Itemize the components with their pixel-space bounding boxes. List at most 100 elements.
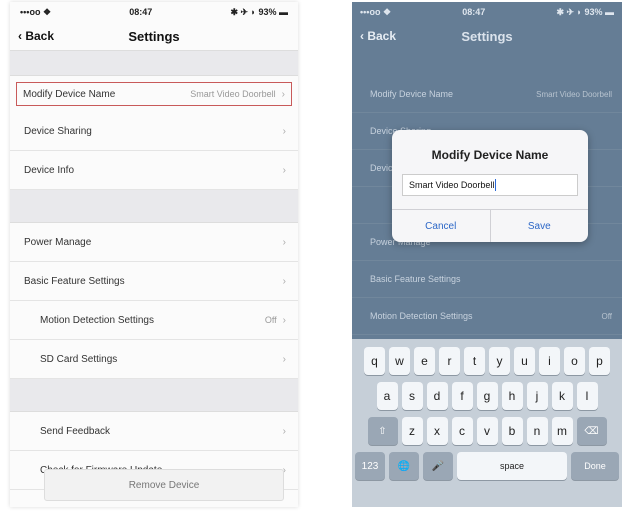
row-label: Device Info — [24, 164, 75, 176]
page-title: Settings — [461, 28, 513, 44]
key-f[interactable]: f — [451, 382, 473, 410]
key-t[interactable]: t — [464, 347, 485, 375]
keyboard-row-3: ⇧ z x c v b n m ⌫ — [352, 417, 622, 445]
row-label: Power Manage — [24, 236, 92, 248]
right-phone-screen: •••oo ❖ 08:47 ✱ ✈ ◗ 93% ▬ ‹ Back Setting… — [352, 2, 622, 507]
done-key[interactable]: Done — [571, 452, 619, 480]
key-k[interactable]: k — [551, 382, 573, 410]
key-c[interactable]: c — [451, 417, 473, 445]
text-cursor — [495, 179, 497, 191]
modify-device-name-dialog: Modify Device Name Smart Video Doorbell … — [392, 130, 588, 242]
numbers-key[interactable]: 123 — [355, 452, 385, 480]
section-divider — [10, 190, 298, 223]
status-bar: •••oo ❖ 08:47 ✱ ✈ ◗ 93% ▬ — [352, 2, 622, 22]
section-divider — [352, 50, 622, 76]
carrier-signal: •••oo ❖ — [20, 6, 52, 17]
key-g[interactable]: g — [476, 382, 498, 410]
remove-device-button[interactable]: Remove Device — [44, 469, 284, 501]
device-name-input[interactable]: Smart Video Doorbell — [402, 174, 578, 196]
key-p[interactable]: p — [589, 347, 610, 375]
chevron-right-icon: › — [282, 314, 286, 326]
send-feedback-row[interactable]: Send Feedback › — [10, 412, 298, 451]
microphone-icon[interactable]: 🎤 — [423, 452, 453, 480]
section-divider — [10, 51, 298, 76]
row-label: Basic Feature Settings — [370, 274, 461, 284]
section-divider — [10, 379, 298, 412]
key-n[interactable]: n — [526, 417, 548, 445]
modify-device-name-row[interactable]: Modify Device Name Smart Video Doorbell … — [16, 82, 292, 106]
motion-detection-value: Off — [264, 315, 277, 325]
battery-indicator: ✱ ✈ ◗ 93% ▬ — [230, 6, 288, 17]
row-label: Motion Detection Settings — [370, 311, 473, 321]
nav-bar: ‹ Back Settings — [352, 22, 622, 50]
dialog-title: Modify Device Name — [431, 148, 549, 162]
key-l[interactable]: l — [576, 382, 598, 410]
row-label: Motion Detection Settings — [40, 314, 154, 326]
carrier-signal: •••oo ❖ — [360, 6, 392, 17]
key-z[interactable]: z — [401, 417, 423, 445]
on-screen-keyboard: q w e r t y u i o p a s d f g h j k l ⇧ … — [352, 339, 622, 507]
chevron-right-icon: › — [282, 125, 286, 137]
sd-card-settings-row[interactable]: SD Card Settings › — [10, 340, 298, 379]
keyboard-row-2: a s d f g h j k l — [352, 382, 622, 410]
left-phone-screen: •••oo ❖ 08:47 ✱ ✈ ◗ 93% ▬ ‹ Back Setting… — [10, 2, 298, 507]
device-sharing-row[interactable]: Device Sharing › — [10, 112, 298, 151]
key-w[interactable]: w — [389, 347, 410, 375]
input-value: Smart Video Doorbell — [409, 180, 495, 190]
space-key[interactable]: space — [457, 452, 567, 480]
row-label: Send Feedback — [40, 425, 111, 437]
motion-detection-settings-row: Motion Detection Settings Off — [352, 298, 622, 335]
delete-key-icon[interactable]: ⌫ — [576, 417, 607, 445]
chevron-right-icon: › — [282, 164, 286, 176]
key-m[interactable]: m — [551, 417, 573, 445]
row-label: SD Card Settings — [40, 353, 118, 365]
status-bar: •••oo ❖ 08:47 ✱ ✈ ◗ 93% ▬ — [10, 2, 298, 22]
key-q[interactable]: q — [364, 347, 385, 375]
motion-detection-settings-row[interactable]: Motion Detection Settings Off › — [10, 301, 298, 340]
nav-bar: ‹ Back Settings — [10, 22, 298, 51]
keyboard-row-4: 123 🌐 🎤 space Done — [352, 452, 622, 480]
dialog-buttons: Cancel Save — [392, 209, 588, 242]
power-manage-row[interactable]: Power Manage › — [10, 223, 298, 262]
cancel-button[interactable]: Cancel — [392, 210, 490, 242]
row-label: Device Sharing — [24, 125, 92, 137]
key-j[interactable]: j — [526, 382, 548, 410]
shift-key-icon[interactable]: ⇧ — [367, 417, 398, 445]
key-s[interactable]: s — [401, 382, 423, 410]
battery-indicator: ✱ ✈ ◗ 93% ▬ — [556, 6, 614, 17]
back-button[interactable]: ‹ Back — [18, 29, 54, 43]
row-label: Modify Device Name — [370, 89, 454, 99]
chevron-right-icon: › — [281, 88, 285, 100]
modify-device-name-row: Modify Device Name Smart Video Doorbell — [352, 76, 622, 113]
row-label: Basic Feature Settings — [24, 275, 125, 287]
keyboard-row-1: q w e r t y u i o p — [352, 347, 622, 375]
back-button[interactable]: ‹ Back — [360, 29, 396, 43]
key-x[interactable]: x — [426, 417, 448, 445]
page-title: Settings — [128, 28, 180, 44]
device-info-row[interactable]: Device Info › — [10, 151, 298, 190]
chevron-right-icon: › — [282, 275, 286, 287]
chevron-right-icon: › — [282, 236, 286, 248]
key-d[interactable]: d — [426, 382, 448, 410]
globe-icon[interactable]: 🌐 — [389, 452, 419, 480]
key-y[interactable]: y — [489, 347, 510, 375]
save-button[interactable]: Save — [489, 210, 589, 242]
device-name-value: Smart Video Doorbell — [190, 89, 276, 99]
chevron-right-icon: › — [282, 425, 286, 437]
key-h[interactable]: h — [501, 382, 523, 410]
status-time: 08:47 — [129, 7, 153, 17]
key-e[interactable]: e — [414, 347, 435, 375]
key-u[interactable]: u — [514, 347, 535, 375]
key-a[interactable]: a — [376, 382, 398, 410]
row-label: Modify Device Name — [23, 88, 116, 100]
motion-detection-value: Off — [601, 311, 612, 321]
device-name-value: Smart Video Doorbell — [536, 89, 612, 99]
key-b[interactable]: b — [501, 417, 523, 445]
chevron-right-icon: › — [282, 353, 286, 365]
status-time: 08:47 — [462, 7, 486, 17]
key-r[interactable]: r — [439, 347, 460, 375]
key-v[interactable]: v — [476, 417, 498, 445]
basic-feature-settings-row[interactable]: Basic Feature Settings › — [10, 262, 298, 301]
key-i[interactable]: i — [539, 347, 560, 375]
key-o[interactable]: o — [564, 347, 585, 375]
